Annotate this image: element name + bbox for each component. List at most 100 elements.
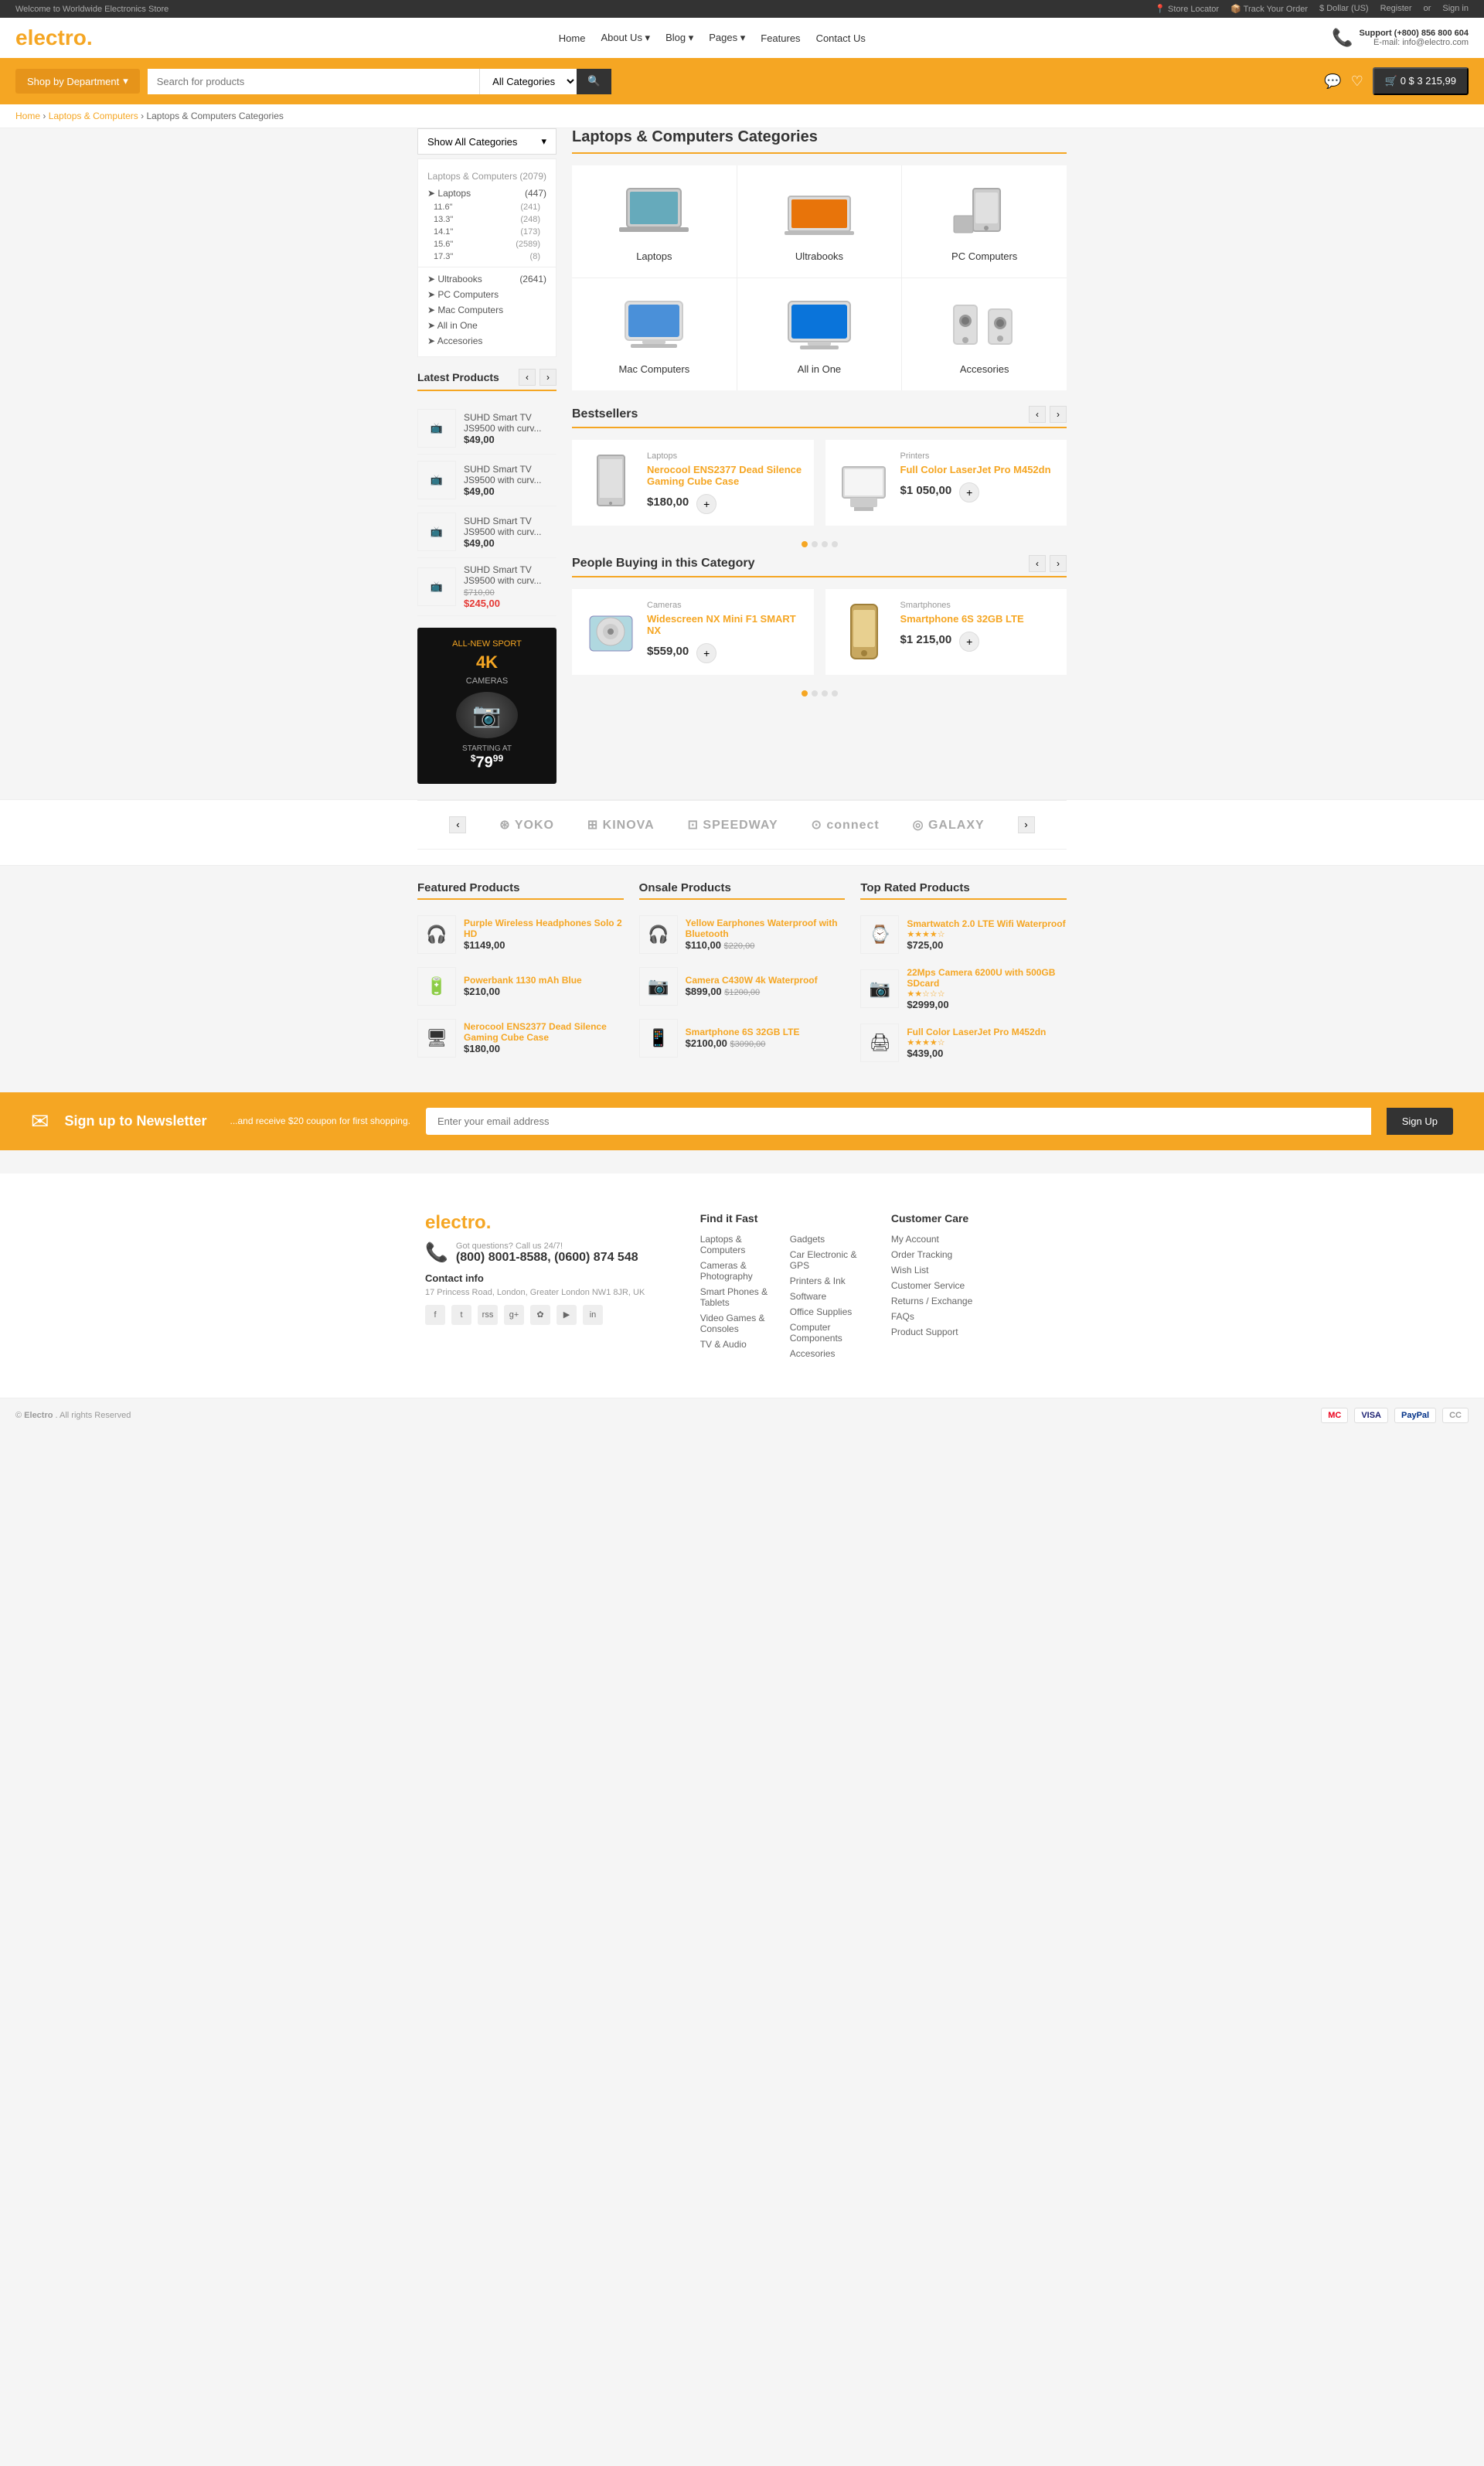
product-name-link[interactable]: Camera C430W 4k Waterproof: [686, 975, 818, 986]
product-name-link[interactable]: Nerocool ENS2377 Dead Silence Gaming Cub…: [464, 1021, 624, 1043]
bestseller-name-link[interactable]: Nerocool ENS2377 Dead Silence Gaming Cub…: [647, 464, 802, 487]
register-link[interactable]: Register: [1380, 4, 1412, 14]
category-select[interactable]: All Categories: [479, 69, 577, 94]
footer-customer-service[interactable]: Customer Service: [891, 1280, 1059, 1291]
add-to-cart-button[interactable]: +: [959, 482, 979, 502]
footer-link-accesories[interactable]: Accesories: [790, 1348, 868, 1359]
sidebar-accesories[interactable]: ➤ Accesories: [418, 333, 556, 349]
newsletter-signup-button[interactable]: Sign Up: [1387, 1108, 1453, 1135]
wishlist-icon[interactable]: ♡: [1351, 73, 1363, 90]
show-categories-button[interactable]: Show All Categories ▾: [417, 128, 556, 155]
footer-link-cameras[interactable]: Cameras & Photography: [700, 1260, 778, 1282]
nav-about[interactable]: About Us ▾: [601, 32, 650, 44]
social-twitter[interactable]: t: [451, 1305, 471, 1325]
category-laptops[interactable]: Laptops: [572, 165, 737, 278]
latest-next-button[interactable]: ›: [539, 369, 556, 386]
footer-link-components[interactable]: Computer Components: [790, 1322, 868, 1344]
category-pc-computers[interactable]: PC Computers: [902, 165, 1067, 278]
people-next-button[interactable]: ›: [1050, 555, 1067, 572]
footer-link-office[interactable]: Office Supplies: [790, 1306, 868, 1317]
sidebar-all-in-one[interactable]: ➤ All in One: [418, 318, 556, 333]
chat-icon[interactable]: 💬: [1324, 73, 1341, 90]
sidebar-15-6[interactable]: 15.6" (2589): [418, 238, 556, 250]
bestsellers-next-button[interactable]: ›: [1050, 406, 1067, 423]
footer-link-tv[interactable]: TV & Audio: [700, 1339, 778, 1350]
product-name-link[interactable]: Full Color LaserJet Pro M452dn: [907, 1027, 1046, 1037]
add-to-cart-button[interactable]: +: [959, 632, 979, 652]
dot-1[interactable]: [802, 690, 808, 697]
bestseller-name-link[interactable]: Full Color LaserJet Pro M452dn: [900, 464, 1051, 475]
nav-contact[interactable]: Contact Us: [816, 32, 866, 44]
nav-home[interactable]: Home: [559, 32, 586, 44]
brands-next-button[interactable]: ›: [1018, 816, 1035, 833]
newsletter-email-input[interactable]: [426, 1108, 1371, 1135]
social-flickr[interactable]: ✿: [530, 1305, 550, 1325]
add-to-cart-button[interactable]: +: [696, 494, 716, 514]
sidebar-laptops[interactable]: ➤ Laptops (447): [418, 186, 556, 201]
category-ultrabooks[interactable]: Ultrabooks: [737, 165, 902, 278]
footer-link-laptops[interactable]: Laptops & Computers: [700, 1234, 778, 1255]
sidebar-11-6[interactable]: 11.6" (241): [418, 201, 556, 213]
footer-returns[interactable]: Returns / Exchange: [891, 1296, 1059, 1306]
social-google[interactable]: g+: [504, 1305, 524, 1325]
social-vimeo[interactable]: ▶: [556, 1305, 577, 1325]
add-to-cart-button[interactable]: +: [696, 643, 716, 663]
nav-features[interactable]: Features: [761, 32, 800, 44]
dot-2[interactable]: [812, 541, 818, 547]
sidebar-14-1[interactable]: 14.1" (173): [418, 226, 556, 238]
shop-by-dept-button[interactable]: Shop by Department ▾: [15, 69, 140, 94]
social-facebook[interactable]: f: [425, 1305, 445, 1325]
product-name-link[interactable]: Smartphone 6S 32GB LTE: [686, 1027, 800, 1037]
dot-4[interactable]: [832, 690, 838, 697]
store-locator-link[interactable]: 📍 Store Locator: [1155, 4, 1219, 14]
sidebar-ultrabooks[interactable]: ➤ Ultrabooks (2641): [418, 271, 556, 287]
sidebar-13-3[interactable]: 13.3" (248): [418, 213, 556, 226]
dot-2[interactable]: [812, 690, 818, 697]
sidebar-pc-computers[interactable]: ➤ PC Computers: [418, 287, 556, 302]
dot-3[interactable]: [822, 690, 828, 697]
product-name-link[interactable]: Yellow Earphones Waterproof with Bluetoo…: [686, 918, 846, 939]
category-mac-computers[interactable]: Mac Computers: [572, 278, 737, 390]
search-button[interactable]: 🔍: [577, 69, 611, 94]
latest-prev-button[interactable]: ‹: [519, 369, 536, 386]
footer-order-tracking[interactable]: Order Tracking: [891, 1249, 1059, 1260]
breadcrumb-home[interactable]: Home: [15, 111, 40, 121]
product-name-link[interactable]: 22Mps Camera 6200U with 500GB SDcard: [907, 967, 1067, 989]
track-order-link[interactable]: 📦 Track Your Order: [1230, 4, 1308, 14]
footer-my-account[interactable]: My Account: [891, 1234, 1059, 1245]
bestsellers-prev-button[interactable]: ‹: [1029, 406, 1046, 423]
currency-selector[interactable]: $ Dollar (US): [1319, 4, 1369, 14]
footer-link-gadgets[interactable]: Gadgets: [790, 1234, 868, 1245]
category-all-in-one[interactable]: All in One: [737, 278, 902, 390]
footer-link-car[interactable]: Car Electronic & GPS: [790, 1249, 868, 1271]
product-name-link[interactable]: Powerbank 1130 mAh Blue: [464, 975, 582, 986]
product-name-link[interactable]: Smartwatch 2.0 LTE Wifi Waterproof: [907, 918, 1065, 929]
dot-4[interactable]: [832, 541, 838, 547]
footer-faqs[interactable]: FAQs: [891, 1311, 1059, 1322]
product-name-link[interactable]: Purple Wireless Headphones Solo 2 HD: [464, 918, 624, 939]
people-item-name-link[interactable]: Smartphone 6S 32GB LTE: [900, 613, 1024, 625]
category-accesories[interactable]: Accesories: [902, 278, 1067, 390]
people-item-name-link[interactable]: Widescreen NX Mini F1 SMART NX: [647, 613, 802, 636]
bestseller-info: Laptops Nerocool ENS2377 Dead Silence Ga…: [647, 451, 802, 514]
nav-pages[interactable]: Pages ▾: [709, 32, 745, 44]
nav-blog[interactable]: Blog ▾: [665, 32, 693, 44]
dot-1[interactable]: [802, 541, 808, 547]
breadcrumb-parent[interactable]: Laptops & Computers: [49, 111, 138, 121]
footer-link-video-games[interactable]: Video Games & Consoles: [700, 1313, 778, 1334]
social-linkedin[interactable]: in: [583, 1305, 603, 1325]
footer-product-support[interactable]: Product Support: [891, 1327, 1059, 1337]
search-input[interactable]: [148, 69, 479, 94]
sign-in-link[interactable]: Sign in: [1442, 4, 1469, 14]
footer-link-printers[interactable]: Printers & Ink: [790, 1276, 868, 1286]
brands-prev-button[interactable]: ‹: [449, 816, 466, 833]
sidebar-mac-computers[interactable]: ➤ Mac Computers: [418, 302, 556, 318]
dot-3[interactable]: [822, 541, 828, 547]
people-prev-button[interactable]: ‹: [1029, 555, 1046, 572]
cart-button[interactable]: 🛒 0 $ 3 215,99: [1373, 67, 1469, 95]
social-rss[interactable]: rss: [478, 1305, 498, 1325]
sidebar-17-3[interactable]: 17.3" (8): [418, 250, 556, 263]
footer-link-software[interactable]: Software: [790, 1291, 868, 1302]
footer-wish-list[interactable]: Wish List: [891, 1265, 1059, 1276]
footer-link-smartphones[interactable]: Smart Phones & Tablets: [700, 1286, 778, 1308]
